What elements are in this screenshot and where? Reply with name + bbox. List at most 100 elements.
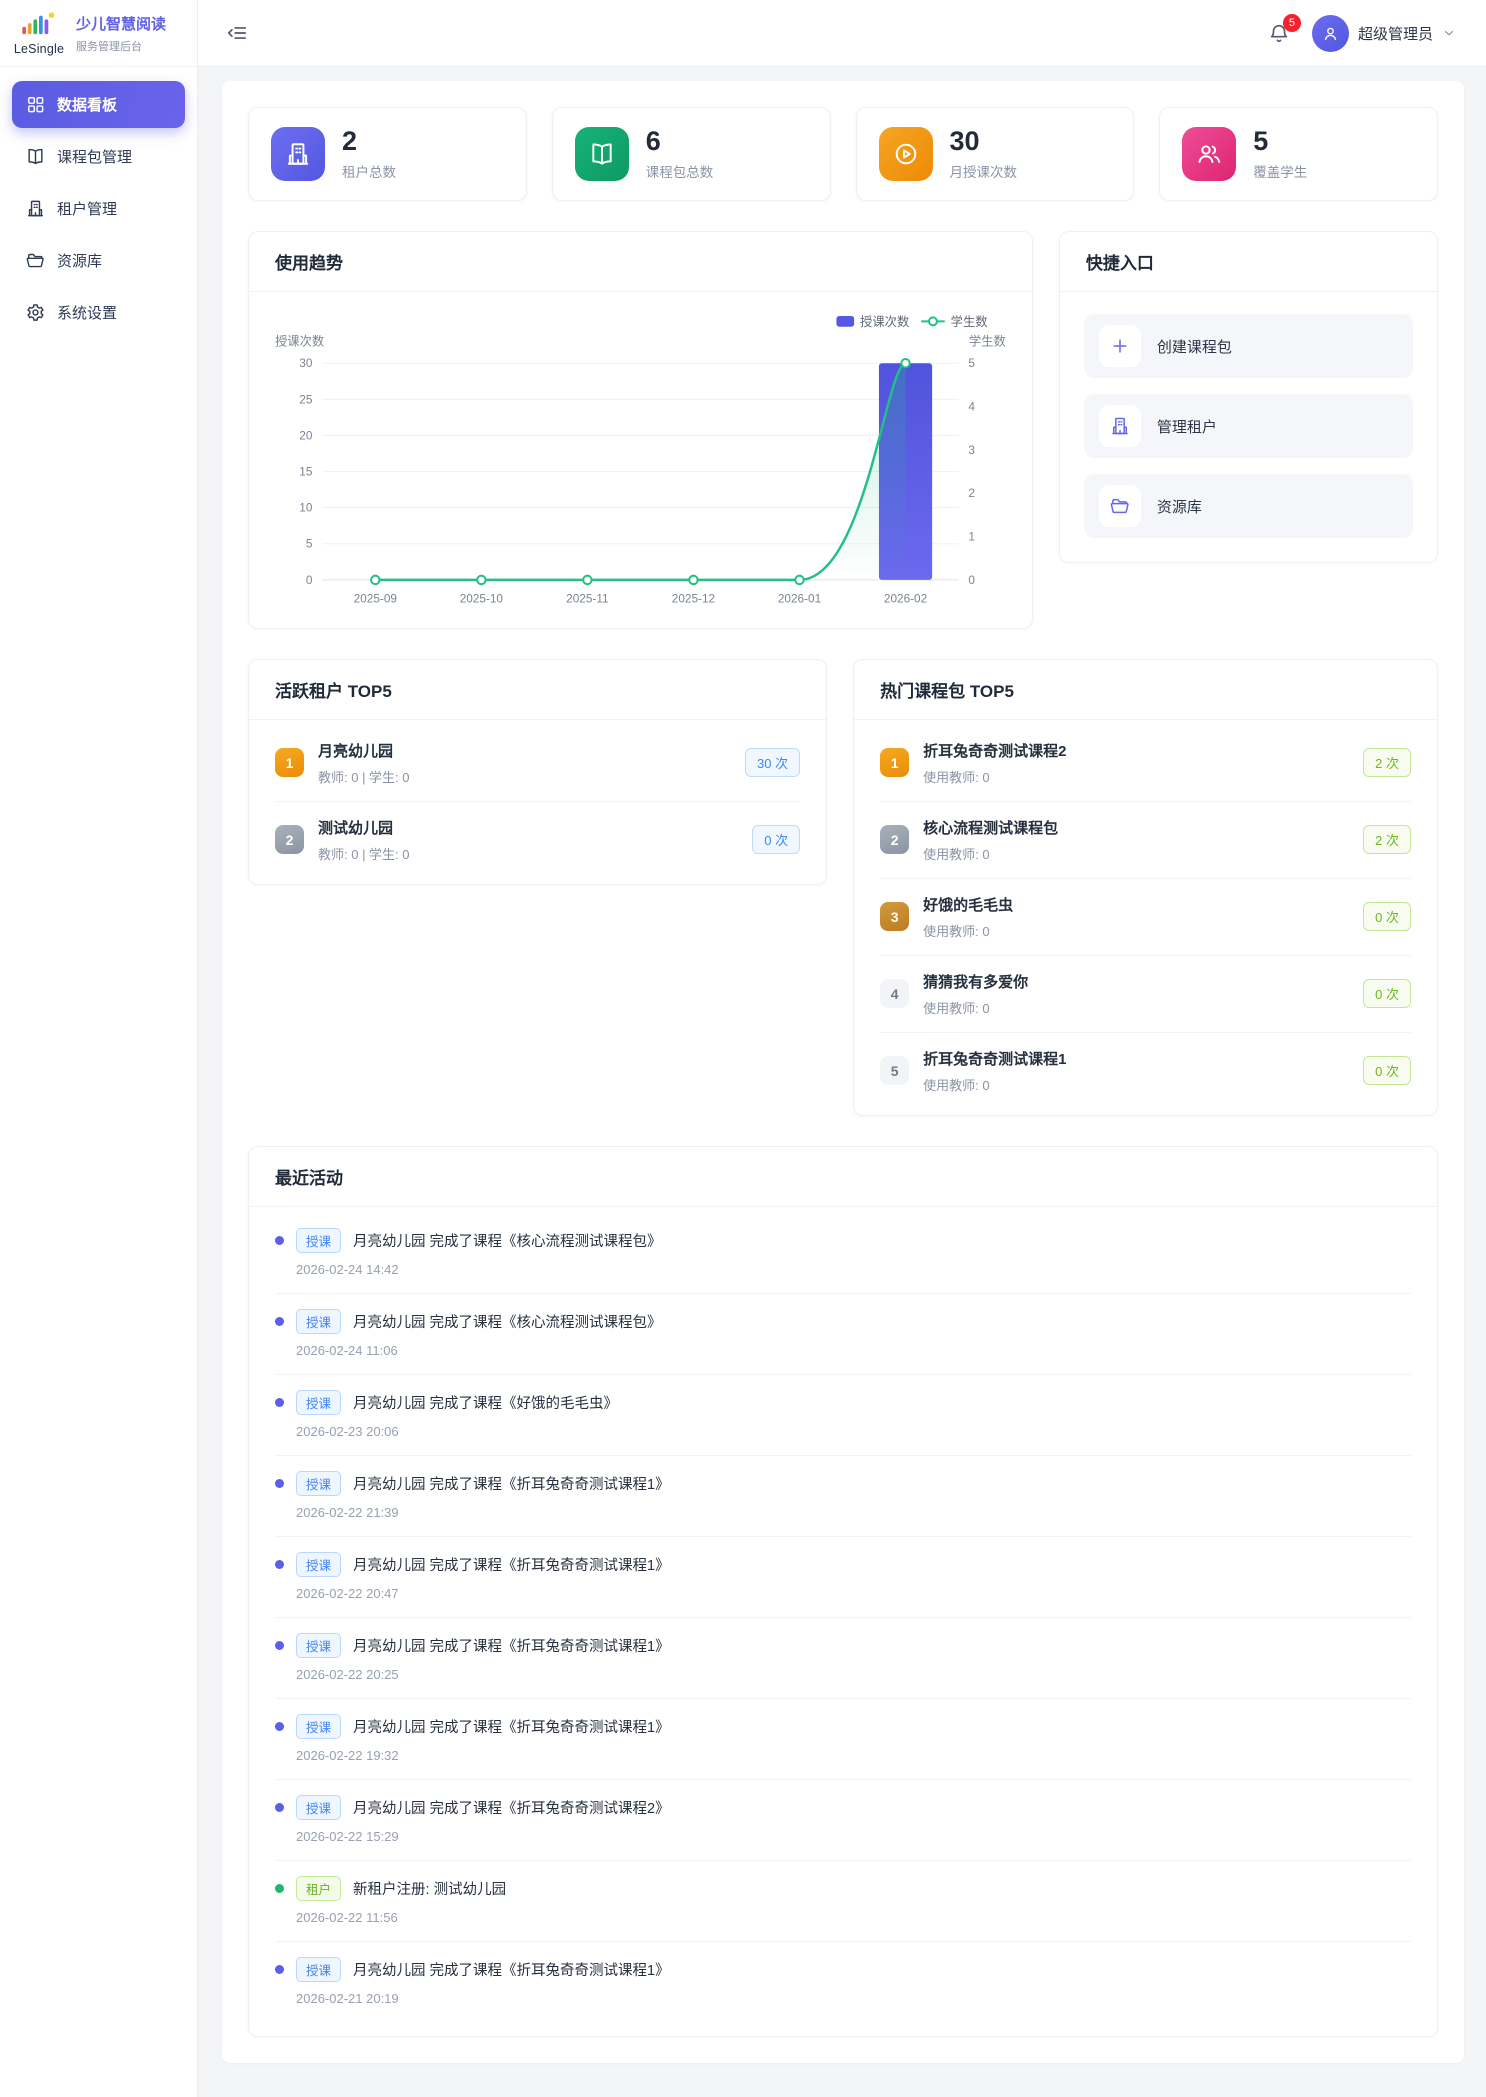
brand-logo: LeSingle 少儿智慧阅读 服务管理后台 <box>0 0 197 67</box>
top5-meta: 教师: 0 | 学生: 0 <box>318 844 738 863</box>
top5-row: 4 猜猜我有多爱你 使用教师: 0 0 次 <box>880 956 1411 1033</box>
brand-name: LeSingle <box>14 42 64 56</box>
top5-row: 1 月亮幼儿园 教师: 0 | 学生: 0 30 次 <box>275 725 800 802</box>
svg-text:2025-10: 2025-10 <box>460 592 504 606</box>
activity-time: 2026-02-22 21:39 <box>296 1505 1411 1520</box>
activity-dot <box>275 1560 284 1569</box>
svg-text:5: 5 <box>306 537 313 551</box>
svg-text:授课次数: 授课次数 <box>275 334 324 349</box>
brand-logo-left: LeSingle <box>12 11 66 56</box>
stat-card: 30 月授课次数 <box>856 107 1135 201</box>
user-menu[interactable]: 超级管理员 <box>1312 15 1456 52</box>
activity-line: 授课 月亮幼儿园 完成了课程《折耳兔奇奇测试课程2》 <box>275 1795 1411 1820</box>
activity-line: 授课 月亮幼儿园 完成了课程《折耳兔奇奇测试课程1》 <box>275 1552 1411 1577</box>
header-right: 5 超级管理员 <box>1268 15 1456 52</box>
building-icon <box>285 141 311 167</box>
activity-time: 2026-02-24 11:06 <box>296 1343 1411 1358</box>
activity-time: 2026-02-24 14:42 <box>296 1262 1411 1277</box>
folder-icon <box>1110 496 1130 516</box>
stat-value: 6 <box>646 127 714 155</box>
top5-info: 测试幼儿园 教师: 0 | 学生: 0 <box>318 817 738 863</box>
stat-card: 5 覆盖学生 <box>1159 107 1438 201</box>
app-root: LeSingle 少儿智慧阅读 服务管理后台 数据看板课程包管理租户管理资源库系… <box>0 0 1486 2097</box>
activity-text: 月亮幼儿园 完成了课程《好饿的毛毛虫》 <box>353 1392 618 1413</box>
top5-name: 测试幼儿园 <box>318 817 738 838</box>
app-title: 少儿智慧阅读 <box>76 13 166 34</box>
quick-entry-icon-box <box>1099 405 1141 447</box>
activity-line: 授课 月亮幼儿园 完成了课程《核心流程测试课程包》 <box>275 1309 1411 1334</box>
stat-label: 月授课次数 <box>950 161 1018 181</box>
activity-line: 授课 月亮幼儿园 完成了课程《核心流程测试课程包》 <box>275 1228 1411 1253</box>
top5-name: 折耳兔奇奇测试课程2 <box>923 740 1349 761</box>
sidebar: LeSingle 少儿智慧阅读 服务管理后台 数据看板课程包管理租户管理资源库系… <box>0 0 198 2097</box>
recent-activity-title: 最近活动 <box>249 1147 1437 1207</box>
activity-time: 2026-02-22 20:25 <box>296 1667 1411 1682</box>
activity-type-badge: 授课 <box>296 1228 341 1253</box>
top5-meta: 使用教师: 0 <box>923 767 1349 786</box>
activity-dot <box>275 1965 284 1974</box>
activity-type-badge: 授课 <box>296 1471 341 1496</box>
svg-text:25: 25 <box>299 393 313 407</box>
gear-icon <box>26 303 45 322</box>
sidebar-item-dashboard[interactable]: 数据看板 <box>12 81 185 128</box>
top5-row: 5 折耳兔奇奇测试课程1 使用教师: 0 0 次 <box>880 1033 1411 1109</box>
activity-line: 授课 月亮幼儿园 完成了课程《折耳兔奇奇测试课程1》 <box>275 1471 1411 1496</box>
quick-entry-item[interactable]: 管理租户 <box>1084 394 1413 458</box>
usage-trend-svg: 051015202530012345授课次数学生数授课次数学生数2025-092… <box>275 312 1006 613</box>
svg-text:2026-01: 2026-01 <box>778 592 821 606</box>
activity-text: 月亮幼儿园 完成了课程《折耳兔奇奇测试课程1》 <box>353 1554 670 1575</box>
play-icon <box>893 141 919 167</box>
activity-item: 租户 新租户注册: 测试幼儿园 2026-02-22 11:56 <box>275 1861 1411 1942</box>
activity-dot <box>275 1884 284 1893</box>
quick-entry-item[interactable]: 资源库 <box>1084 474 1413 538</box>
top5-meta: 教师: 0 | 学生: 0 <box>318 767 731 786</box>
person-icon <box>1321 24 1340 43</box>
svg-text:1: 1 <box>968 530 975 544</box>
count-pill: 0 次 <box>1363 979 1411 1008</box>
activity-line: 租户 新租户注册: 测试幼儿园 <box>275 1876 1411 1901</box>
svg-text:学生数: 学生数 <box>969 334 1006 349</box>
activity-type-badge: 授课 <box>296 1957 341 1982</box>
activity-dot <box>275 1398 284 1407</box>
top5-name: 折耳兔奇奇测试课程1 <box>923 1048 1349 1069</box>
sidebar-item-tenants[interactable]: 租户管理 <box>12 185 185 232</box>
activity-item: 授课 月亮幼儿园 完成了课程《折耳兔奇奇测试课程1》 2026-02-21 20… <box>275 1942 1411 2022</box>
activity-dot <box>275 1641 284 1650</box>
activity-dot <box>275 1317 284 1326</box>
app-subtitle: 服务管理后台 <box>76 38 166 54</box>
sidebar-item-course-packages[interactable]: 课程包管理 <box>12 133 185 180</box>
sidebar-item-settings[interactable]: 系统设置 <box>12 289 185 336</box>
activity-item: 授课 月亮幼儿园 完成了课程《核心流程测试课程包》 2026-02-24 14:… <box>275 1213 1411 1294</box>
activity-item: 授课 月亮幼儿园 完成了课程《好饿的毛毛虫》 2026-02-23 20:06 <box>275 1375 1411 1456</box>
quick-entry-item[interactable]: 创建课程包 <box>1084 314 1413 378</box>
top5-meta: 使用教师: 0 <box>923 1075 1349 1094</box>
collapse-icon <box>226 22 248 44</box>
count-pill: 30 次 <box>745 748 800 777</box>
recent-activity-list: 授课 月亮幼儿园 完成了课程《核心流程测试课程包》 2026-02-24 14:… <box>249 1207 1437 2036</box>
svg-text:5: 5 <box>968 357 975 371</box>
chart-legend[interactable]: 授课次数学生数 <box>836 314 987 329</box>
sidebar-nav: 数据看板课程包管理租户管理资源库系统设置 <box>0 67 197 355</box>
activity-text: 月亮幼儿园 完成了课程《折耳兔奇奇测试课程1》 <box>353 1716 670 1737</box>
activity-item: 授课 月亮幼儿园 完成了课程《核心流程测试课程包》 2026-02-24 11:… <box>275 1294 1411 1375</box>
notification-count-badge: 5 <box>1283 14 1301 32</box>
stat-icon-box <box>879 127 933 181</box>
stat-icon-box <box>271 127 325 181</box>
activity-item: 授课 月亮幼儿园 完成了课程《折耳兔奇奇测试课程1》 2026-02-22 21… <box>275 1456 1411 1537</box>
sidebar-item-label: 资源库 <box>57 250 102 271</box>
main-column: 5 超级管理员 2 租户总数 6 课程包总数 30 月授课次数 5 <box>198 0 1486 2097</box>
activity-item: 授课 月亮幼儿园 完成了课程《折耳兔奇奇测试课程1》 2026-02-22 20… <box>275 1618 1411 1699</box>
svg-text:0: 0 <box>306 573 313 587</box>
stat-value: 5 <box>1253 127 1307 155</box>
sidebar-item-resources[interactable]: 资源库 <box>12 237 185 284</box>
active-tenants-list: 1 月亮幼儿园 教师: 0 | 学生: 0 30 次2 测试幼儿园 教师: 0 … <box>249 720 826 884</box>
sidebar-collapse-button[interactable] <box>226 20 252 46</box>
activity-type-badge: 授课 <box>296 1552 341 1577</box>
quick-entry-label: 管理租户 <box>1157 416 1217 437</box>
svg-text:授课次数: 授课次数 <box>860 314 909 329</box>
top5-row: 2 测试幼儿园 教师: 0 | 学生: 0 0 次 <box>275 802 800 878</box>
count-pill: 0 次 <box>1363 1056 1411 1085</box>
notification-bell-button[interactable]: 5 <box>1268 22 1291 45</box>
stat-card: 6 课程包总数 <box>552 107 831 201</box>
quick-entry-icon-box <box>1099 485 1141 527</box>
